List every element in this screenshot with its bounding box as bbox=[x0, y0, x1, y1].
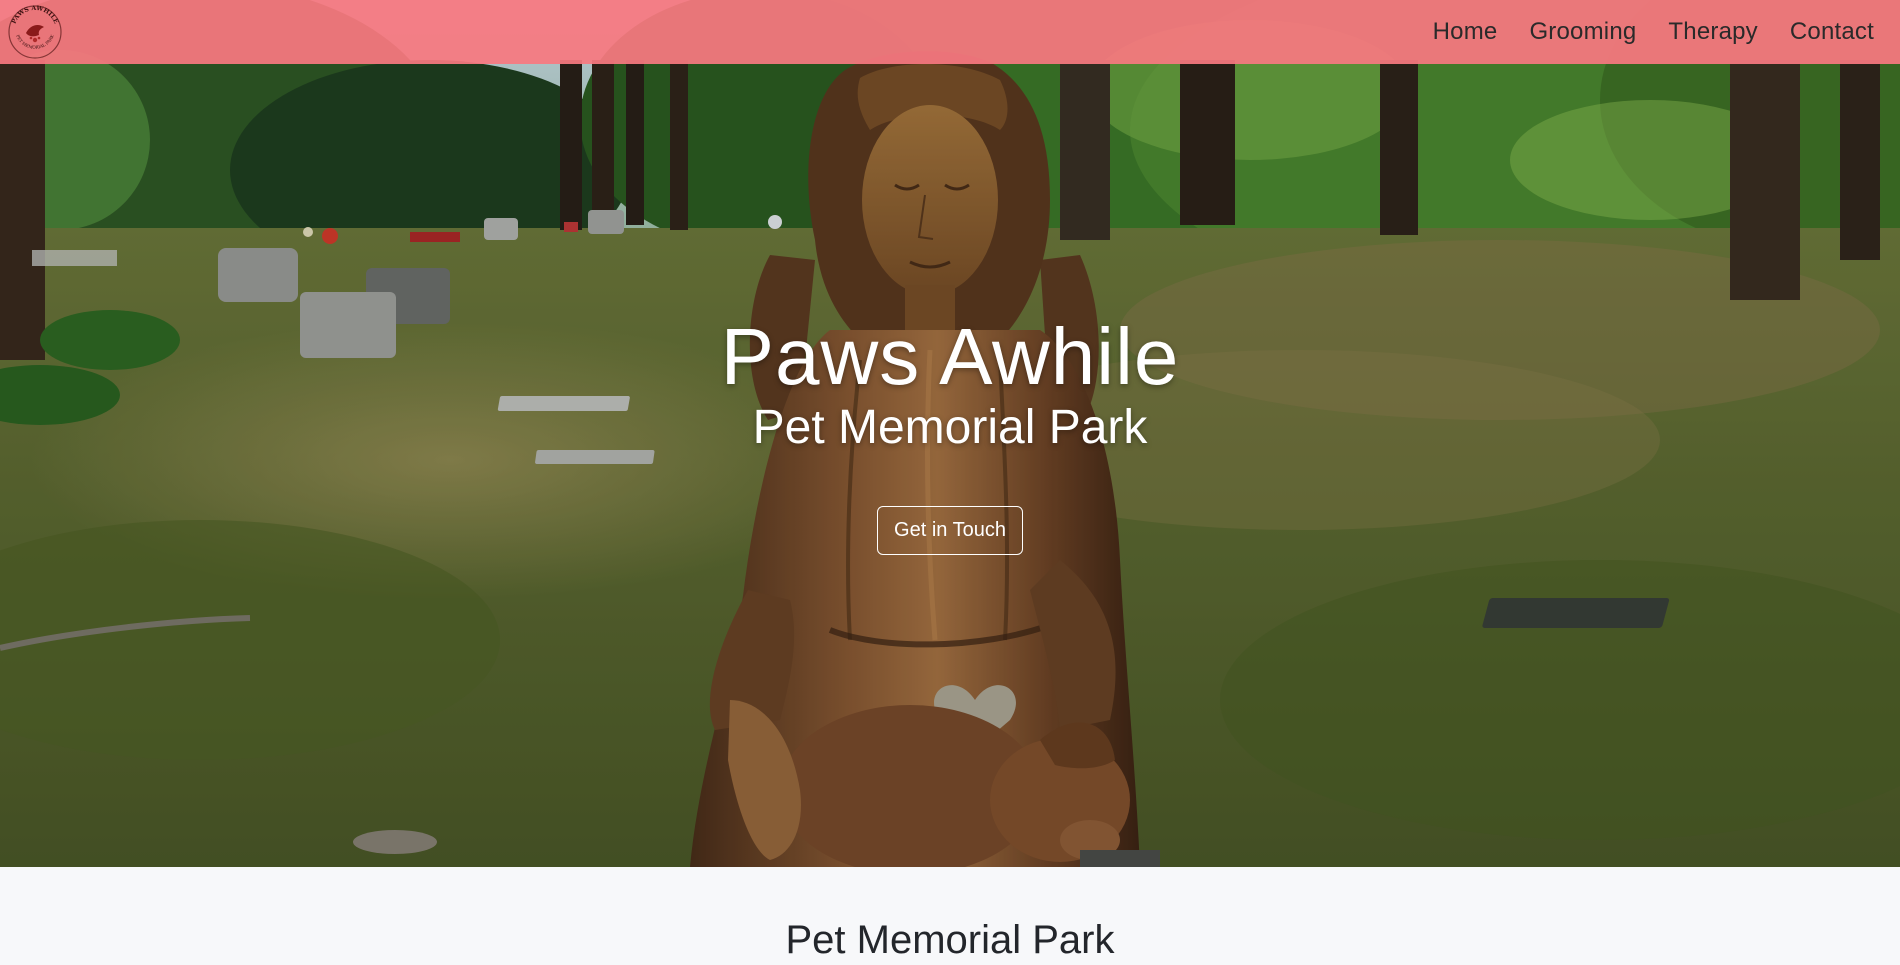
section-title: Pet Memorial Park bbox=[785, 918, 1115, 962]
nav-link-grooming[interactable]: Grooming bbox=[1529, 18, 1636, 45]
navbar: PAWS AWHILE PET MEMORIAL PARK Home Groom… bbox=[0, 0, 1900, 64]
nav-link-contact[interactable]: Contact bbox=[1790, 18, 1874, 45]
hero-subtitle: Pet Memorial Park bbox=[752, 401, 1148, 454]
nav-item-contact: Contact bbox=[1790, 18, 1874, 46]
hero-section: Paws Awhile Pet Memorial Park Get in Tou… bbox=[0, 0, 1900, 867]
get-in-touch-button[interactable]: Get in Touch bbox=[877, 506, 1023, 555]
nav-menu: Home Grooming Therapy Contact bbox=[1433, 18, 1874, 46]
hero-content: Paws Awhile Pet Memorial Park Get in Tou… bbox=[0, 312, 1900, 555]
logo-text-top: PAWS AWHILE bbox=[11, 5, 60, 26]
nav-link-therapy[interactable]: Therapy bbox=[1668, 18, 1757, 45]
nav-link-home[interactable]: Home bbox=[1433, 18, 1498, 45]
memorial-park-section: Pet Memorial Park bbox=[0, 867, 1900, 965]
nav-item-home: Home bbox=[1433, 18, 1498, 46]
paws-awhile-logo-icon: PAWS AWHILE PET MEMORIAL PARK bbox=[8, 5, 62, 59]
hero-title: Paws Awhile bbox=[720, 312, 1180, 401]
svg-text:PAWS AWHILE: PAWS AWHILE bbox=[11, 5, 60, 26]
nav-item-grooming: Grooming bbox=[1529, 18, 1636, 46]
nav-item-therapy: Therapy bbox=[1668, 18, 1757, 46]
logo-link[interactable]: PAWS AWHILE PET MEMORIAL PARK bbox=[6, 3, 64, 61]
